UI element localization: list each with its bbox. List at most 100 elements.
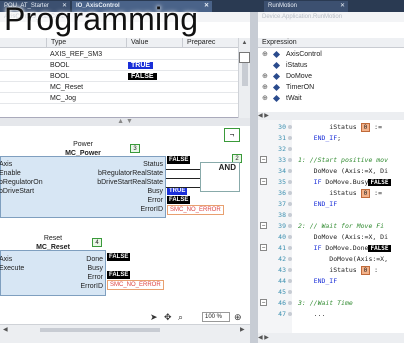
breakpoint-marker-icon[interactable] <box>288 257 292 261</box>
inline-monitor-value[interactable]: 0 <box>360 123 371 132</box>
pointer-icon[interactable]: ➤ <box>150 310 158 324</box>
code-line[interactable]: − 33 1: //Start positive mov <box>258 155 404 165</box>
horizontal-scrollbar[interactable]: ◀ ▶ <box>0 324 250 334</box>
code-line[interactable]: 47 ... <box>258 309 404 319</box>
breakpoint-marker-icon[interactable] <box>288 312 292 316</box>
scroll-up-icon[interactable]: ▲ <box>239 38 250 48</box>
breakpoint-marker-icon[interactable] <box>288 125 292 129</box>
breakpoint-marker-icon[interactable] <box>288 147 292 151</box>
zoom-select[interactable]: 100 % <box>202 312 230 322</box>
pane-divider[interactable] <box>250 12 258 343</box>
expand-icon[interactable]: ⊕ <box>262 49 268 60</box>
output-pin[interactable]: Error <box>147 196 163 205</box>
code-line[interactable]: 32 <box>258 144 404 154</box>
inline-monitor-value[interactable]: FALSE <box>368 245 391 252</box>
code-line[interactable]: 31 END_IF; <box>258 133 404 143</box>
code-line[interactable]: − 41 IF DoMove.Done FALSE <box>258 243 404 253</box>
breakpoint-marker-icon[interactable] <box>288 213 292 217</box>
fold-icon[interactable]: − <box>260 156 267 163</box>
input-pin[interactable]: Axis <box>0 160 12 169</box>
output-pin[interactable]: Error <box>87 273 103 282</box>
network-toggle-button[interactable]: ¬ <box>224 128 240 142</box>
breakpoint-marker-icon[interactable] <box>288 158 292 162</box>
code-line[interactable]: 45 <box>258 287 404 297</box>
column-prepared[interactable]: Preparec <box>182 38 238 48</box>
input-pin[interactable]: bDriveStart <box>0 187 34 196</box>
code-line[interactable]: 42 DoMove(Axis:=X, <box>258 254 404 264</box>
breakpoint-marker-icon[interactable] <box>288 224 292 228</box>
output-pin[interactable]: Busy <box>147 187 163 196</box>
watch-horizontal-scrollbar[interactable]: ◀ ▶ <box>258 112 404 120</box>
output-pin[interactable]: bRegulatorRealState <box>98 169 163 178</box>
breakpoint-marker-icon[interactable] <box>288 279 292 283</box>
code-line[interactable]: − 39 2: // Wait for Move Fi <box>258 221 404 231</box>
table-view-icon[interactable] <box>239 52 250 63</box>
output-pin[interactable]: ErrorID <box>80 282 103 291</box>
fbd-editor-canvas[interactable]: ¬ 3 Power MC_Power Axis Enable bRegulato… <box>0 126 250 334</box>
watch-row[interactable]: ⊕ TimerON <box>258 82 404 93</box>
code-line[interactable]: 37 END_IF <box>258 199 404 209</box>
fold-icon[interactable]: − <box>260 244 267 251</box>
input-pin[interactable]: Axis <box>0 255 12 264</box>
code-line[interactable]: 43 iStatus 0 : <box>258 265 404 275</box>
watch-row[interactable]: ⊕ tWait <box>258 93 404 104</box>
table-row[interactable]: MC_Jog <box>0 93 238 104</box>
watch-column-expression[interactable]: Expression <box>258 38 404 48</box>
code-line[interactable]: − 35 IF DoMove.Busy FALSE <box>258 177 404 187</box>
output-pin[interactable]: Status <box>143 160 163 169</box>
breakpoint-marker-icon[interactable] <box>288 180 292 184</box>
watch-row[interactable]: ⊕ DoMove <box>258 71 404 82</box>
table-row[interactable]: BOOL FALSE <box>0 71 238 82</box>
mc-reset-block[interactable]: Reset MC_Reset Axis Execute Done Busy Er… <box>0 235 106 296</box>
input-pin[interactable]: bRegulatorOn <box>0 178 43 187</box>
fold-icon[interactable]: − <box>260 178 267 185</box>
code-horizontal-scrollbar[interactable]: ◀ ▶ <box>258 333 404 343</box>
breakpoint-marker-icon[interactable] <box>288 202 292 206</box>
inline-monitor-value[interactable]: 0 <box>360 266 371 275</box>
zoom-icon[interactable]: ⌕ <box>178 310 183 324</box>
watch-row[interactable]: iStatus <box>258 60 404 71</box>
expand-icon[interactable]: ⊕ <box>262 71 268 82</box>
expand-icon[interactable]: ⊕ <box>262 82 268 93</box>
watch-row[interactable]: ⊕ AxisControl <box>258 49 404 60</box>
pan-icon[interactable]: ✥ <box>164 310 172 324</box>
output-pin[interactable]: bDriveStartRealState <box>97 178 163 187</box>
breakpoint-marker-icon[interactable] <box>288 169 292 173</box>
zoom-fit-icon[interactable]: ⊕ <box>234 310 242 324</box>
breakpoint-marker-icon[interactable] <box>288 290 292 294</box>
and-block[interactable]: AND <box>200 162 240 192</box>
table-row[interactable]: AXIS_REF_SM3 <box>0 49 238 60</box>
column-value[interactable]: Value <box>126 38 182 48</box>
code-line[interactable]: 38 <box>258 210 404 220</box>
code-line[interactable]: 44 END_IF <box>258 276 404 286</box>
code-line[interactable]: 40 DoMove (Axis:=X, Di <box>258 232 404 242</box>
code-line[interactable]: 34 DoMove (Axis:=X, Di <box>258 166 404 176</box>
close-icon[interactable]: ✕ <box>340 1 345 12</box>
table-row[interactable]: MC_Reset <box>0 82 238 93</box>
mc-power-block[interactable]: Power MC_Power Axis Enable bRegulatorOn … <box>0 141 166 218</box>
input-pin[interactable]: Enable <box>0 169 21 178</box>
close-icon[interactable]: ✕ <box>204 1 209 12</box>
code-line[interactable]: 36 iStatus 0 := <box>258 188 404 198</box>
scroll-thumb[interactable] <box>40 328 160 332</box>
panel-splitter[interactable]: ▲ ▼ <box>0 118 250 126</box>
fold-icon[interactable]: − <box>260 299 267 306</box>
breakpoint-marker-icon[interactable] <box>288 301 292 305</box>
code-line[interactable]: 30 iStatus 0 := <box>258 122 404 132</box>
output-pin[interactable]: Done <box>86 255 103 264</box>
inline-monitor-value[interactable]: FALSE <box>368 179 391 186</box>
breakpoint-marker-icon[interactable] <box>288 235 292 239</box>
breakpoint-marker-icon[interactable] <box>288 246 292 250</box>
code-line[interactable]: − 46 3: //Wait Time <box>258 298 404 308</box>
table-row[interactable]: BOOL TRUE <box>0 60 238 71</box>
breakpoint-marker-icon[interactable] <box>288 268 292 272</box>
output-pin[interactable]: ErrorID <box>140 205 163 214</box>
vertical-scrollbar[interactable]: ▲ <box>238 38 250 118</box>
expand-icon[interactable]: ⊕ <box>262 93 268 104</box>
column-type[interactable]: Type <box>46 38 126 48</box>
output-pin[interactable]: Busy <box>87 264 103 273</box>
input-pin[interactable]: Execute <box>0 264 24 273</box>
fold-icon[interactable]: − <box>260 222 267 229</box>
breakpoint-marker-icon[interactable] <box>288 191 292 195</box>
inline-monitor-value[interactable]: 0 <box>360 189 371 198</box>
